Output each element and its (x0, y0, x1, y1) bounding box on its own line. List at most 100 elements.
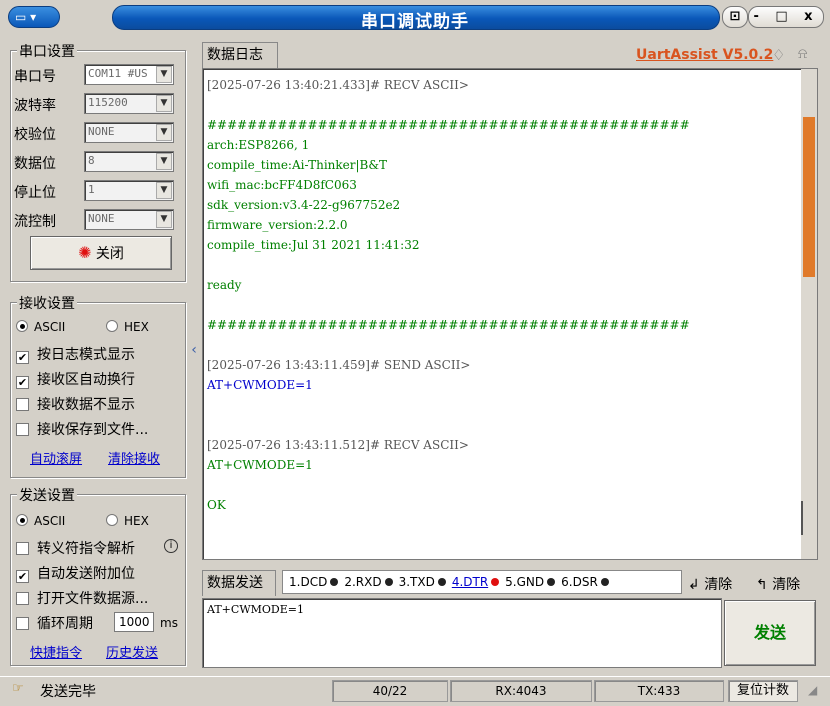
resize-grip-icon[interactable]: ◢ (808, 683, 817, 697)
serial-settings-title: 串口设置 (17, 41, 77, 61)
radio-off-icon (106, 514, 118, 526)
chevron-down-icon[interactable]: ▼ (156, 182, 172, 199)
serial-label: 流控制 (14, 214, 56, 230)
send-option[interactable]: 转义符指令解析 (16, 538, 135, 558)
window-controls[interactable]: - □ x (748, 6, 824, 28)
signal-label: 3.TXD (398, 575, 435, 589)
combo-value: NONE (88, 212, 115, 225)
serial-combo[interactable]: NONE ▼ (84, 209, 174, 230)
recv-option[interactable]: ✔ 接收区自动换行 (16, 369, 135, 389)
log-line: arch:ESP8266, 1 (207, 138, 310, 152)
chevron-down-icon[interactable]: ▼ (156, 66, 172, 83)
send-hex-label: HEX (124, 514, 149, 528)
send-option[interactable]: 打开文件数据源... (16, 588, 148, 608)
history-link[interactable]: 历史发送 (106, 642, 158, 661)
clear-down-icon: ↲ (688, 577, 700, 593)
recv-option[interactable]: ✔ 按日志模式显示 (16, 344, 135, 364)
pointer-icon: ☞ (12, 681, 24, 696)
clear-log-button[interactable]: ↲ 清除 (688, 574, 732, 594)
send-hex-radio[interactable]: HEX (106, 514, 149, 528)
send-option-label: 自动发送附加位 (37, 566, 135, 582)
chevron-down-icon[interactable]: ▼ (156, 95, 172, 112)
chevron-down-icon[interactable]: ▼ (156, 211, 172, 228)
status-message: 发送完毕 (40, 684, 96, 700)
recv-option[interactable]: 接收保存到文件... (16, 419, 148, 439)
send-option[interactable]: 循环周期 (16, 613, 93, 633)
clear-send-label: 清除 (772, 577, 801, 593)
checkbox-icon (16, 423, 29, 436)
window-title: 串口调试助手 (361, 12, 469, 32)
title-bar: ▭ ▾ 串口调试助手 ⊡ - □ x (0, 0, 830, 34)
send-button[interactable]: 发送 (724, 600, 816, 666)
status-tx: TX:433 (594, 680, 724, 702)
recv-hex-radio[interactable]: HEX (106, 320, 149, 334)
signal-label: 6.DSR (561, 575, 598, 589)
log-line: AT+CWMODE=1 (207, 458, 313, 472)
serial-label: 串口号 (14, 69, 56, 85)
log-line: firmware_version:2.2.0 (207, 218, 348, 232)
clear-send-button[interactable]: ↰ 清除 (756, 574, 800, 594)
signal-item[interactable]: 6.DSR (561, 571, 609, 593)
radio-off-icon (106, 320, 118, 332)
chevron-down-icon[interactable]: ▼ (156, 153, 172, 170)
log-line: [2025-07-26 13:43:11.459]# SEND ASCII> (207, 358, 471, 372)
send-ascii-radio[interactable]: ASCII (16, 514, 65, 528)
send-option-label: 转义符指令解析 (37, 541, 135, 557)
serial-combo[interactable]: 115200 ▼ (84, 93, 174, 114)
receive-log[interactable]: [2025-07-26 13:40:21.433]# RECV ASCII> ##… (202, 68, 818, 560)
combo-value: 8 (88, 154, 95, 167)
recv-option[interactable]: 接收数据不显示 (16, 394, 135, 414)
red-light-icon: ✺ (78, 243, 92, 262)
tab-data-send[interactable]: 数据发送 (202, 570, 276, 596)
serial-combo[interactable]: NONE ▼ (84, 122, 174, 143)
send-option-label: 打开文件数据源... (37, 591, 149, 607)
checkbox-checked-icon: ✔ (16, 570, 29, 583)
signal-item[interactable]: 3.TXD (399, 571, 446, 593)
panel-splitter[interactable]: ‹ (190, 300, 198, 400)
serial-label: 校验位 (14, 127, 56, 143)
chevron-down-icon[interactable]: ▼ (156, 124, 172, 141)
recv-ascii-radio[interactable]: ASCII (16, 320, 65, 334)
bell-icon[interactable]: ⍾ (798, 46, 807, 62)
signal-led-icon (547, 578, 556, 586)
send-option-label: 循环周期 (37, 616, 93, 632)
log-line: ready (207, 278, 242, 292)
signal-bar: 1.DCD 2.RXD 3.TXD 4.DTR 5.GND 6.DSR (282, 570, 682, 594)
log-scrollbar[interactable] (801, 69, 817, 559)
checkbox-checked-icon: ✔ (16, 376, 29, 389)
info-icon[interactable]: i (164, 539, 178, 553)
period-input[interactable]: 1000 (114, 612, 154, 632)
recv-option-label: 接收数据不显示 (37, 397, 135, 413)
serial-label: 数据位 (14, 156, 56, 172)
signal-item[interactable]: 4.DTR (452, 571, 500, 593)
log-line: AT+CWMODE=1 (207, 378, 313, 392)
checkbox-icon (16, 617, 29, 630)
signal-item[interactable]: 2.RXD (344, 571, 393, 593)
serial-combo[interactable]: 1 ▼ (84, 180, 174, 201)
log-lines: [2025-07-26 13:40:21.433]# RECV ASCII> ##… (207, 75, 791, 515)
tab-data-log[interactable]: 数据日志 (202, 42, 278, 68)
shortcut-link[interactable]: 快捷指令 (30, 642, 82, 661)
auto-scroll-link[interactable]: 自动滚屏 (30, 448, 82, 467)
diamond-icon[interactable]: ♢ (772, 46, 785, 64)
brand-link[interactable]: UartAssist V5.0.2 (636, 47, 773, 63)
recv-ascii-label: ASCII (34, 320, 66, 334)
reset-count-button[interactable]: 复位计数 (728, 680, 798, 702)
signal-item[interactable]: 5.GND (505, 571, 556, 593)
signal-led-icon (491, 578, 500, 586)
signal-item[interactable]: 1.DCD (289, 571, 339, 593)
log-line: [2025-07-26 13:40:21.433]# RECV ASCII> (207, 78, 469, 92)
serial-combo[interactable]: COM11 #US ▼ (84, 64, 174, 85)
log-line: ########################################… (207, 318, 690, 332)
scroll-thumb[interactable] (803, 117, 815, 277)
send-input[interactable]: AT+CWMODE=1 (202, 598, 722, 668)
checkbox-icon (16, 592, 29, 605)
serial-combo[interactable]: 8 ▼ (84, 151, 174, 172)
pin-button[interactable]: ⊡ (722, 6, 748, 28)
send-option[interactable]: ✔ 自动发送附加位 (16, 563, 135, 583)
clear-receive-link[interactable]: 清除接收 (108, 448, 160, 467)
combo-value: NONE (88, 125, 115, 138)
close-port-button[interactable]: ✺ 关闭 (30, 236, 172, 270)
